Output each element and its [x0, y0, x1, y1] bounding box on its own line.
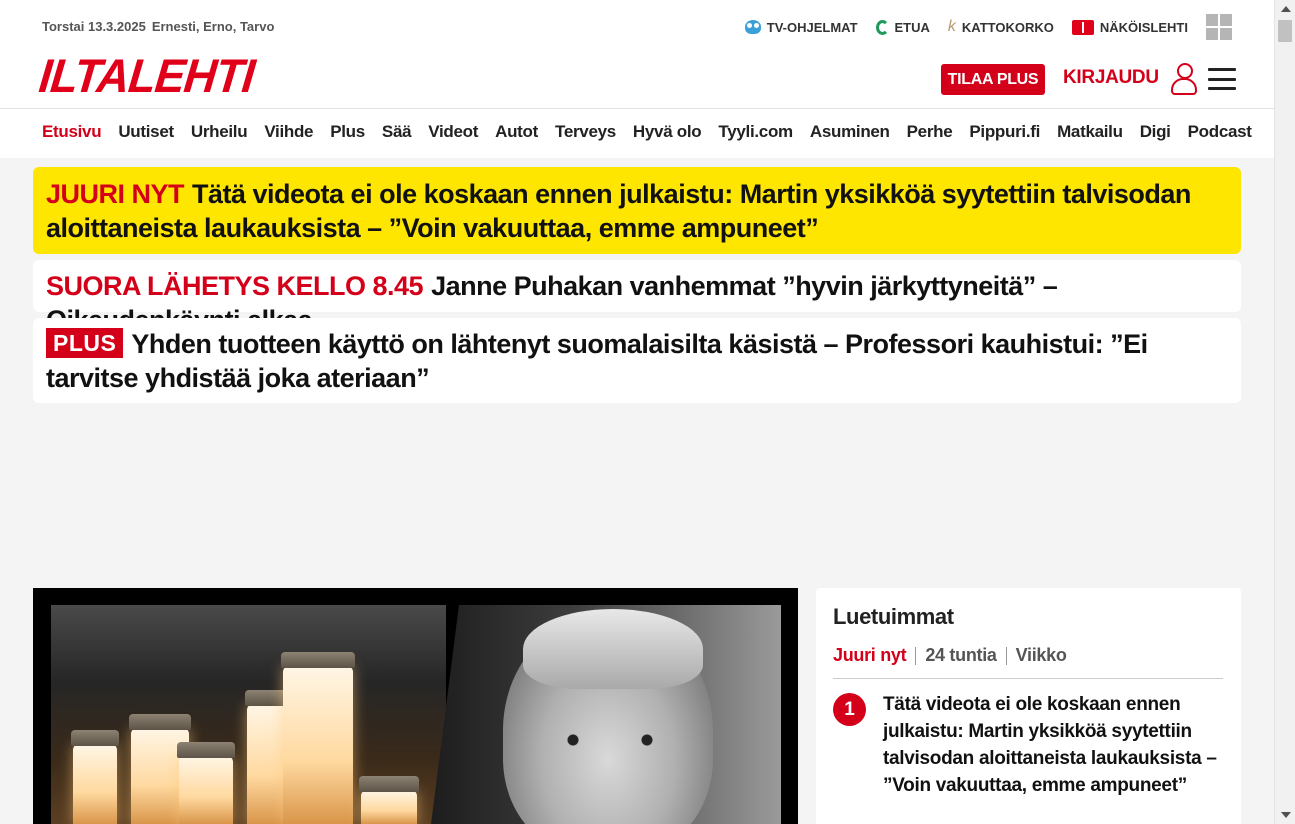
- rank-badge: 1: [833, 693, 866, 726]
- header-divider: [0, 108, 1274, 109]
- login-label: KIRJAUDU: [1063, 67, 1159, 88]
- tab-separator: [1005, 646, 1007, 665]
- login-button[interactable]: KIRJAUDU: [1063, 62, 1199, 95]
- nav-item-autot[interactable]: Autot: [495, 122, 538, 142]
- breaking-kicker: JUURI NYT: [46, 179, 185, 209]
- live-kicker: SUORA LÄHETYS KELLO 8.45: [46, 271, 424, 301]
- nav-item-perhe[interactable]: Perhe: [907, 122, 953, 142]
- hero-article-image[interactable]: [33, 588, 798, 824]
- newspaper-icon: [1071, 19, 1094, 35]
- most-read-divider: [833, 678, 1223, 679]
- top-link-tv-ohjelmat[interactable]: TV-OHJELMAT: [744, 19, 858, 35]
- nav-item-plus[interactable]: Plus: [330, 122, 365, 142]
- most-read-tabs: Juuri nyt 24 tuntia Viikko: [833, 645, 1224, 666]
- nav-item-urheilu[interactable]: Urheilu: [191, 122, 248, 142]
- site-header: Torstai 13.3.2025 Ernesti, Erno, Tarvo IL…: [0, 0, 1274, 158]
- nav-item-matkailu[interactable]: Matkailu: [1057, 122, 1123, 142]
- scroll-down-arrow-icon[interactable]: [1281, 812, 1291, 818]
- most-read-headline: Tätä videota ei ole koskaan ennen julkai…: [883, 694, 1217, 796]
- page: Torstai 13.3.2025 Ernesti, Erno, Tarvo IL…: [0, 0, 1274, 824]
- top-link-label: KATTOKORKO: [961, 19, 1054, 35]
- top-link-nakoislehti[interactable]: NÄKÖISLEHTI: [1071, 19, 1188, 35]
- top-link-label: NÄKÖISLEHTI: [1099, 19, 1188, 35]
- date: Torstai 13.3.2025: [42, 19, 146, 34]
- nav-item-etusivu[interactable]: Etusivu: [42, 122, 102, 142]
- etua-icon: [875, 19, 889, 35]
- most-read-title: Luetuimmat: [833, 604, 954, 629]
- namedays: Ernesti, Erno, Tarvo: [151, 19, 275, 34]
- nav-item-uutiset[interactable]: Uutiset: [118, 122, 174, 142]
- portrait-photo: [431, 605, 781, 824]
- nav-item-videot[interactable]: Videot: [428, 122, 478, 142]
- nav-item-viihde[interactable]: Viihde: [264, 122, 313, 142]
- plus-story-headline: Yhden tuotteen käyttö on lähtenyt suomal…: [46, 329, 1148, 393]
- nav-item-pippuri[interactable]: Pippuri.fi: [969, 122, 1040, 142]
- main-nav: Etusivu Uutiset Urheilu Viihde Plus Sää …: [42, 122, 1269, 142]
- top-link-label: TV-OHJELMAT: [766, 19, 858, 35]
- most-read-panel: Luetuimmat Juuri nyt 24 tuntia Viikko 1 …: [816, 588, 1241, 824]
- nav-item-asuminen[interactable]: Asuminen: [810, 122, 890, 142]
- nav-item-digi[interactable]: Digi: [1140, 122, 1171, 142]
- top-link-kattokorko[interactable]: k KATTOKORKO: [947, 18, 1054, 35]
- scroll-up-arrow-icon[interactable]: [1281, 6, 1291, 12]
- breaking-news-banner[interactable]: JUURI NYT Tätä videota ei ole koskaan enn…: [33, 167, 1241, 254]
- plus-badge: PLUS: [46, 328, 124, 358]
- plus-story-banner[interactable]: PLUS Yhden tuotteen käyttö on lähtenyt su…: [33, 318, 1241, 403]
- tab-juuri-nyt[interactable]: Juuri nyt: [833, 645, 907, 666]
- nav-item-podcast[interactable]: Podcast: [1188, 122, 1252, 142]
- most-read-item[interactable]: 1 Tätä videota ei ole koskaan ennen julk…: [833, 691, 1224, 799]
- person-portrait: [503, 609, 713, 824]
- date-line: Torstai 13.3.2025 Ernesti, Erno, Tarvo: [42, 19, 274, 34]
- nav-item-terveys[interactable]: Terveys: [555, 122, 616, 142]
- tv-guide-icon: [744, 20, 761, 34]
- breaking-headline: Tätä videota ei ole koskaan ennen julkai…: [46, 179, 1191, 243]
- nav-item-tyyli[interactable]: Tyyli.com: [718, 122, 793, 142]
- tab-24-tuntia[interactable]: 24 tuntia: [925, 645, 997, 666]
- live-broadcast-banner[interactable]: SUORA LÄHETYS KELLO 8.45 Janne Puhakan va…: [33, 260, 1241, 335]
- user-icon: [1169, 62, 1199, 95]
- subscribe-plus-button[interactable]: TILAA PLUS: [941, 64, 1045, 95]
- kattokorko-icon: k: [947, 18, 956, 35]
- candles-photo: [51, 605, 446, 824]
- scrollbar-thumb[interactable]: [1278, 20, 1292, 42]
- nav-item-saa[interactable]: Sää: [382, 122, 412, 142]
- top-links: TV-OHJELMAT ETUA k KATTOKORKO NÄKÖISLEHT…: [744, 14, 1232, 40]
- tab-viikko[interactable]: Viikko: [1016, 645, 1067, 666]
- hamburger-menu-icon[interactable]: [1208, 68, 1236, 90]
- nav-item-hyva-olo[interactable]: Hyvä olo: [633, 122, 702, 142]
- iltalehti-logo[interactable]: ILTALEHTI: [37, 49, 257, 103]
- top-link-etua[interactable]: ETUA: [875, 19, 930, 35]
- alma-logo-icon[interactable]: [1206, 14, 1232, 40]
- vertical-scrollbar[interactable]: [1274, 0, 1295, 824]
- tab-separator: [915, 646, 917, 665]
- top-link-label: ETUA: [894, 19, 930, 35]
